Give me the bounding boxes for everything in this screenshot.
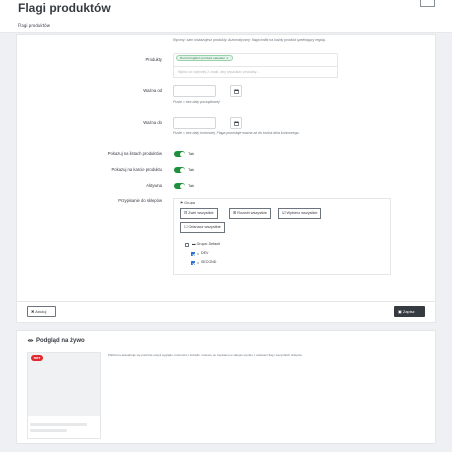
shop-dot-icon <box>197 253 199 255</box>
show-on-lists-label: Pokazuj na listach produktów <box>107 151 162 156</box>
show-on-product-page-toggle[interactable] <box>174 167 185 173</box>
cancel-label: Anuluj <box>35 309 47 314</box>
expand-all-label: Rozwiń wszystkie <box>237 211 267 215</box>
preview-flag-badge: HOT <box>31 355 43 361</box>
shop-checkbox-second[interactable] <box>191 261 195 265</box>
date-to-label: Ważna do <box>143 120 162 125</box>
preview-title: Podgląd na żywo <box>36 338 85 344</box>
shop-group-text: Grupa <box>184 201 196 205</box>
mode-help-text: Ręczny: sam wskazujesz produkty. Automat… <box>173 38 326 42</box>
eye-icon <box>27 339 34 342</box>
date-from-input[interactable] <box>173 85 216 97</box>
expand-all-button[interactable]: ⊞ Rozwiń wszystkie <box>229 208 271 219</box>
calendar-icon <box>234 89 239 94</box>
tree-group-row: ▬ Grupa: Default <box>192 242 220 246</box>
save-label: Zapisz <box>402 309 415 314</box>
preview-skeleton-line <box>30 423 87 426</box>
preview-product-image <box>28 353 100 416</box>
show-on-product-page-value: Tak <box>188 167 195 172</box>
active-label: Aktywna <box>146 183 162 188</box>
shop-label-second: SECOND <box>201 260 217 264</box>
date-to-help: Puste = bez daty końcowej. Flaga pozosta… <box>173 131 300 135</box>
date-from-help: Puste = bez daty początkowej. <box>173 100 221 104</box>
page-title: Flagi produktów <box>18 1 111 15</box>
shop-label-dev: DEV <box>201 251 209 255</box>
preview-description: Platforma aktualizuje się podczas edycji… <box>108 353 303 357</box>
products-label: Produkty <box>145 57 162 62</box>
date-to-picker-button[interactable] <box>230 117 242 129</box>
cancel-button[interactable]: ✖ Anuluj <box>27 306 56 317</box>
tag-icon: ⚑ <box>180 201 184 205</box>
collapse-all-button[interactable]: ⊟ Zwiń wszystkie <box>180 208 218 219</box>
tab-divider <box>0 32 452 33</box>
page-header: Flagi produktów Flagi produktów <box>0 0 452 33</box>
show-on-lists-toggle[interactable] <box>174 151 185 157</box>
select-all-button[interactable]: ☑ Wybierz wszystkie <box>278 208 322 219</box>
tree-group-label: Grupa: Default <box>196 242 220 246</box>
show-on-lists-value: Tak <box>188 151 195 156</box>
preview-skeleton-line <box>30 429 67 432</box>
product-search-input[interactable] <box>173 66 338 78</box>
group-checkbox[interactable] <box>185 243 189 247</box>
deselect-all-label: Odznacz wszystkie <box>188 225 221 229</box>
deselect-all-button[interactable]: ☐ Odznacz wszystkie <box>180 222 225 233</box>
date-to-input[interactable] <box>173 117 216 129</box>
date-from-label: Ważna od <box>143 88 162 93</box>
show-on-product-page-label: Pokazuj na karcie produktu <box>111 167 162 172</box>
shop-dot-icon <box>197 262 199 264</box>
shop-checkbox-dev[interactable] <box>191 252 195 256</box>
active-value: Tak <box>188 183 195 188</box>
shop-group-label: ⚑ Grupa <box>180 201 195 205</box>
date-from-picker-button[interactable] <box>230 85 242 97</box>
collapse-all-label: Zwiń wszystkie <box>188 211 214 215</box>
form-footer-divider <box>16 301 436 302</box>
calendar-icon <box>234 121 239 126</box>
select-all-label: Wybierz wszystkie <box>286 211 318 215</box>
folder-icon: ▬ <box>192 242 196 246</box>
help-button[interactable] <box>420 0 435 7</box>
save-button[interactable]: ▣ Zapisz <box>394 306 425 317</box>
selected-product-chip[interactable]: Hummingbird printed sweater × <box>176 55 233 61</box>
active-toggle[interactable] <box>174 183 185 189</box>
shop-assignment-label: Przypisanie do sklepów <box>118 198 162 203</box>
